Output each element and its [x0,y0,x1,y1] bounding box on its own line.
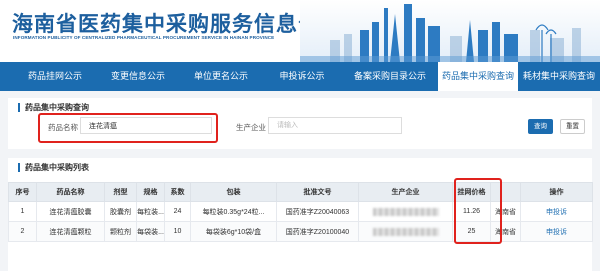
cell-price: 11.26 [452,201,491,222]
nav-item-rename[interactable]: 单位更名公示 [180,62,262,91]
nav-item-drug-procurement-query[interactable]: 药品集中采购查询 [438,62,518,91]
col-header-index: 序号 [8,182,37,202]
site-title: 海南省医药集中采购服务信息公示 [12,13,342,36]
cell-action: 申投诉 [520,201,593,222]
search-button[interactable]: 查询 [528,119,553,134]
cell-form: 颗粒剂 [104,221,137,242]
query-panel: 药品集中采购查询 药品名称 生产企业 查询 重置 [8,98,592,149]
cell-spec: 每粒装... [136,201,165,222]
query-panel-title: 药品集中采购查询 [18,103,89,112]
cell-region: 海南省 [490,201,521,222]
main-nav: 药品挂网公示 变更信息公示 单位更名公示 申投诉公示 备案采购目录公示 药品集中… [0,62,600,91]
manufacturer-label: 生产企业 [236,123,266,132]
cell-drug-name: 连花清瘟胶囊 [36,201,105,222]
drug-name-label: 药品名称 [48,123,78,132]
nav-item-change-info[interactable]: 变更信息公示 [96,62,180,91]
cell-action: 申投诉 [520,221,593,242]
list-panel-title: 药品集中采购列表 [18,163,89,172]
complaint-link[interactable]: 申投诉 [546,209,567,216]
cell-manufacturer [358,201,453,222]
nav-item-drug-listing[interactable]: 药品挂网公示 [14,62,96,91]
col-header-form: 剂型 [104,182,137,202]
col-header-package: 包装 [190,182,277,202]
cell-drug-name: 连花清瘟颗粒 [36,221,105,242]
nav-item-filing-catalog[interactable]: 备案采购目录公示 [342,62,438,91]
col-header-factor: 系数 [164,182,191,202]
nav-item-complaints[interactable]: 申投诉公示 [262,62,342,91]
col-header-price: 挂网价格 [452,182,491,202]
col-header-spec: 规格 [136,182,165,202]
col-header-region [490,182,521,202]
site-header: 海南省医药集中采购服务信息公示 INFORMATION PUBLICITY OF… [0,0,600,62]
cell-manufacturer [358,221,453,242]
cell-form: 胶囊剂 [104,201,137,222]
complaint-link[interactable]: 申投诉 [546,229,567,236]
reset-button[interactable]: 重置 [560,119,585,134]
list-panel: 药品集中采购列表 序号 药品名称 剂型 规格 系数 包装 批准文号 生产企业 挂… [8,158,593,271]
cell-price: 25 [452,221,491,242]
table-header-row: 序号 药品名称 剂型 规格 系数 包装 批准文号 生产企业 挂网价格 操作 [8,182,593,202]
table-row: 1 连花清瘟胶囊 胶囊剂 每粒装... 24 每粒装0.35g*24粒... 国… [8,201,593,222]
cell-factor: 24 [164,201,191,222]
col-header-action: 操作 [520,182,593,202]
col-header-approval: 批准文号 [276,182,359,202]
site-subtitle: INFORMATION PUBLICITY OF CENTRALIZED PHA… [13,35,275,40]
cell-index: 1 [8,201,37,222]
nav-item-consumables-query[interactable]: 耗材集中采购查询 [518,62,600,91]
drug-name-input[interactable] [80,117,212,134]
table-row: 2 连花清瘟颗粒 颗粒剂 每袋装... 10 每袋装6g*10袋/盒 国药准字Z… [8,221,593,242]
cell-factor: 10 [164,221,191,242]
cell-package: 每粒装0.35g*24粒... [190,201,277,222]
col-header-manufacturer: 生产企业 [358,182,453,202]
cell-package: 每袋装6g*10袋/盒 [190,221,277,242]
manufacturer-input[interactable] [268,117,402,134]
redacted-manufacturer [372,207,439,216]
cell-approval: 国药准字Z20040063 [276,201,359,222]
cell-spec: 每袋装... [136,221,165,242]
cell-region: 海南省 [490,221,521,242]
col-header-drug-name: 药品名称 [36,182,105,202]
cell-index: 2 [8,221,37,242]
redacted-manufacturer [372,227,439,236]
cell-approval: 国药准字Z20100040 [276,221,359,242]
city-skyline-illustration [300,0,600,62]
drug-table: 序号 药品名称 剂型 规格 系数 包装 批准文号 生产企业 挂网价格 操作 1 … [8,182,593,242]
